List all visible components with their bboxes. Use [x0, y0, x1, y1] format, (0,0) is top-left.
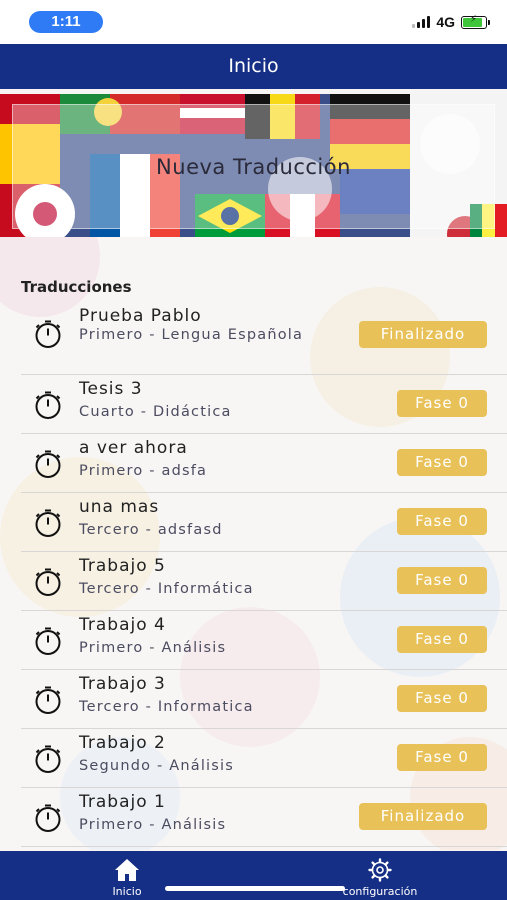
- list-item[interactable]: a ver ahora Primero - adsfa Fase 0: [21, 434, 507, 493]
- list-item[interactable]: Trabajo 3 Tercero - Informatica Fase 0: [21, 670, 507, 729]
- status-badge: Fase 0: [397, 449, 487, 476]
- stopwatch-icon: [35, 745, 61, 773]
- signal-icon: [412, 16, 431, 28]
- item-subtitle: Primero - Lengua Española: [79, 327, 304, 343]
- list-item[interactable]: Trabajo 4 Primero - Análisis Fase 0: [21, 611, 507, 670]
- status-badge: Fase 0: [397, 744, 487, 771]
- translations-list: Prueba Pablo Primero - Lengua Española F…: [21, 303, 507, 847]
- stopwatch-icon: [35, 391, 61, 419]
- status-badge: Fase 0: [397, 508, 487, 535]
- status-badge: Fase 0: [397, 685, 487, 712]
- item-subtitle: Cuarto - Didáctica: [79, 404, 232, 420]
- item-subtitle: Segundo - Análisis: [79, 758, 235, 774]
- stopwatch-icon: [35, 509, 61, 537]
- item-title: Tesis 3: [79, 379, 143, 399]
- status-indicators: 4G ⚡: [412, 14, 490, 30]
- status-badge: Fase 0: [397, 626, 487, 653]
- list-item[interactable]: Trabajo 1 Primero - Análisis Finalizado: [21, 788, 507, 847]
- tab-home-label: Inicio: [112, 885, 142, 898]
- item-subtitle: Primero - adsfa: [79, 463, 208, 479]
- tab-home[interactable]: Inicio: [95, 851, 159, 900]
- item-subtitle: Tercero - adsfasd: [79, 522, 223, 538]
- item-title: Prueba Pablo: [79, 306, 202, 326]
- status-badge: Fase 0: [397, 567, 487, 594]
- item-title: a ver ahora: [79, 438, 188, 458]
- item-title: Trabajo 1: [79, 792, 166, 812]
- stopwatch-icon: [35, 320, 61, 348]
- home-indicator[interactable]: [165, 886, 345, 891]
- status-badge: Fase 0: [397, 390, 487, 417]
- item-title: una mas: [79, 497, 160, 517]
- status-badge: Finalizado: [359, 803, 487, 830]
- item-subtitle: Tercero - Informatica: [79, 699, 254, 715]
- home-icon: [115, 859, 139, 881]
- status-time: 1:11: [29, 11, 103, 33]
- list-item[interactable]: Prueba Pablo Primero - Lengua Española F…: [21, 303, 507, 375]
- tab-config-label: configuración: [342, 885, 418, 898]
- item-title: Trabajo 2: [79, 733, 166, 753]
- status-bar: 1:11 4G ⚡: [0, 0, 507, 44]
- item-title: Trabajo 4: [79, 615, 166, 635]
- section-title: Traducciones: [21, 278, 132, 296]
- network-type: 4G: [436, 14, 455, 30]
- list-item[interactable]: Trabajo 2 Segundo - Análisis Fase 0: [21, 729, 507, 788]
- stopwatch-icon: [35, 568, 61, 596]
- stopwatch-icon: [35, 686, 61, 714]
- battery-icon: ⚡: [461, 14, 490, 29]
- item-subtitle: Primero - Análisis: [79, 640, 227, 656]
- item-subtitle: Tercero - Informática: [79, 581, 254, 597]
- item-title: Trabajo 5: [79, 556, 166, 576]
- hero-banner: Nueva Traducción: [0, 94, 507, 237]
- item-subtitle: Primero - Análisis: [79, 817, 227, 833]
- item-title: Trabajo 3: [79, 674, 166, 694]
- page-title: Inicio: [0, 44, 507, 89]
- stopwatch-icon: [35, 627, 61, 655]
- list-item[interactable]: Tesis 3 Cuarto - Didáctica Fase 0: [21, 375, 507, 434]
- status-badge: Finalizado: [359, 321, 487, 348]
- stopwatch-icon: [35, 804, 61, 832]
- tab-config[interactable]: configuración: [330, 851, 430, 900]
- list-item[interactable]: Trabajo 5 Tercero - Informática Fase 0: [21, 552, 507, 611]
- gear-icon: [368, 858, 392, 882]
- list-item[interactable]: una mas Tercero - adsfasd Fase 0: [21, 493, 507, 552]
- stopwatch-icon: [35, 450, 61, 478]
- new-translation-button[interactable]: Nueva Traducción: [12, 104, 495, 229]
- tab-bar: Inicio configuración: [0, 851, 507, 900]
